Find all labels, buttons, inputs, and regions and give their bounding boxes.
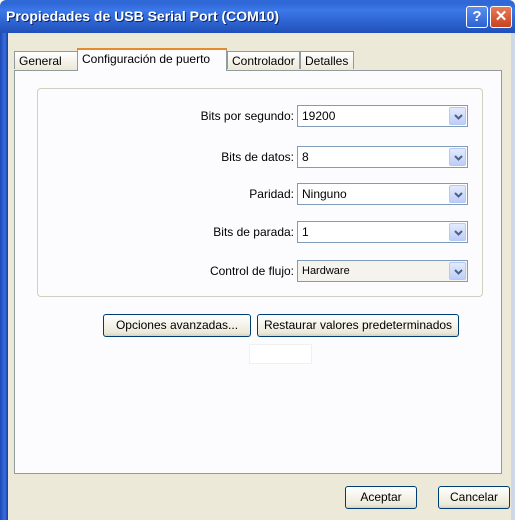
- stop-bits-value: 1: [302, 225, 309, 239]
- chevron-down-icon[interactable]: [449, 223, 466, 241]
- parity-select[interactable]: Ninguno: [297, 183, 468, 205]
- close-icon[interactable]: ✕: [490, 6, 512, 28]
- tab-panel: Bits por segundo: 19200 Bits de datos: 8: [14, 70, 502, 474]
- tab-driver[interactable]: Controlador: [227, 51, 300, 69]
- tab-port-settings[interactable]: Configuración de puerto: [77, 48, 227, 71]
- chevron-down-icon[interactable]: [449, 185, 466, 203]
- cancel-button[interactable]: Cancelar: [438, 486, 510, 509]
- ok-button[interactable]: Aceptar: [345, 486, 417, 509]
- setting-row-stop-bits: Bits de parada: 1: [38, 221, 484, 243]
- setting-row-parity: Paridad: Ninguno: [38, 183, 484, 205]
- flow-control-select[interactable]: Hardware: [297, 260, 468, 282]
- tab-details[interactable]: Detalles: [300, 51, 354, 69]
- data-bits-label: Bits de datos:: [221, 150, 294, 164]
- setting-row-baud: Bits por segundo: 19200: [38, 105, 484, 127]
- tab-general[interactable]: General: [14, 51, 78, 69]
- window-border-right: [511, 33, 515, 520]
- baud-rate-label: Bits por segundo:: [200, 109, 294, 123]
- stop-bits-select[interactable]: 1: [297, 221, 468, 243]
- chevron-down-icon[interactable]: [449, 107, 466, 125]
- data-bits-value: 8: [302, 150, 309, 164]
- properties-dialog: Propiedades de USB Serial Port (COM10) ?…: [0, 0, 515, 520]
- stop-bits-label: Bits de parada:: [213, 225, 294, 239]
- chevron-down-icon[interactable]: [449, 262, 466, 280]
- window-title: Propiedades de USB Serial Port (COM10): [6, 8, 280, 24]
- baud-rate-select[interactable]: 19200: [297, 105, 468, 127]
- advanced-options-button[interactable]: Opciones avanzadas...: [103, 314, 251, 337]
- restore-defaults-button[interactable]: Restaurar valores predeterminados: [257, 314, 459, 337]
- dialog-client-area: General Configuración de puerto Controla…: [8, 33, 511, 520]
- parity-value: Ninguno: [302, 187, 347, 201]
- blank-patch: [249, 344, 312, 364]
- setting-row-data-bits: Bits de datos: 8: [38, 146, 484, 168]
- help-icon[interactable]: ?: [466, 6, 488, 28]
- data-bits-select[interactable]: 8: [297, 146, 468, 168]
- port-settings-group: Bits por segundo: 19200 Bits de datos: 8: [37, 88, 483, 297]
- title-bar[interactable]: Propiedades de USB Serial Port (COM10) ?…: [0, 0, 515, 33]
- chevron-down-icon[interactable]: [449, 148, 466, 166]
- setting-row-flow-control: Control de flujo: Hardware: [38, 260, 484, 282]
- parity-label: Paridad:: [249, 187, 294, 201]
- flow-control-label: Control de flujo:: [209, 264, 294, 278]
- flow-control-value: Hardware: [302, 265, 350, 277]
- window-border-left: [0, 33, 8, 520]
- baud-rate-value: 19200: [302, 109, 336, 123]
